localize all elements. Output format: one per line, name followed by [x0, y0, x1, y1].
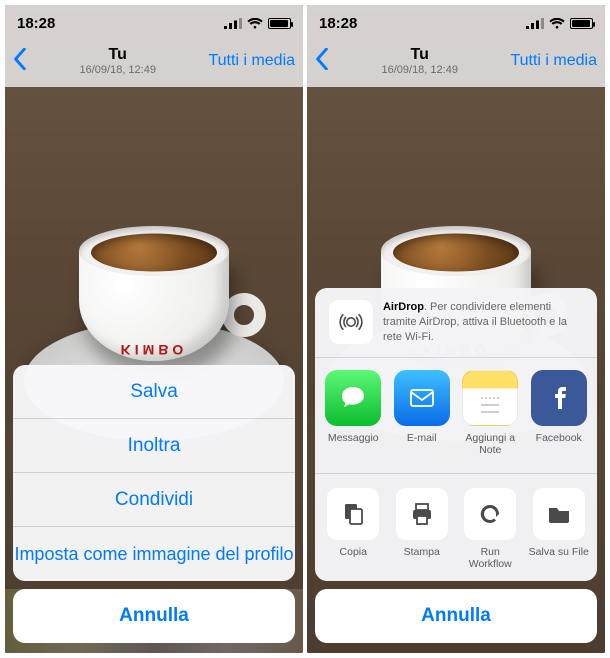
- files-icon: [533, 488, 585, 540]
- status-time: 18:28: [17, 15, 55, 32]
- cancel-button[interactable]: Annulla: [315, 589, 597, 643]
- nav-subtitle: 16/09/18, 12:49: [381, 64, 457, 76]
- status-bar: 18:28: [5, 5, 303, 41]
- nav-title: Tu: [80, 46, 156, 64]
- action-label: Copia: [321, 546, 385, 559]
- action-label: Run Workflow: [458, 546, 522, 571]
- battery-icon: [570, 18, 593, 29]
- app-label: Facebook: [527, 432, 591, 445]
- wifi-icon: [548, 18, 566, 29]
- share-app-messages[interactable]: Messaggio: [321, 370, 385, 457]
- app-label: Messaggio: [321, 432, 385, 445]
- nav-subtitle: 16/09/18, 12:49: [80, 64, 156, 76]
- notes-icon: [462, 370, 518, 426]
- status-bar: 18:28: [307, 5, 605, 41]
- share-app-notes[interactable]: Aggiungi a Note: [458, 370, 522, 457]
- nav-bar: Tu 16/09/18, 12:49 Tutti i media: [307, 41, 605, 81]
- copy-icon: [327, 488, 379, 540]
- share-sheet: AirDrop. Per condividere elementi tramit…: [315, 288, 597, 643]
- action-label: Stampa: [390, 546, 454, 559]
- nav-title: Tu: [381, 46, 457, 64]
- screenshot-right: KIMBO 18:28 Tu 16/09/18, 12:49 Tutti i m…: [307, 5, 605, 653]
- share-action-copy[interactable]: Copia: [321, 488, 385, 571]
- back-button[interactable]: [13, 48, 27, 75]
- action-save[interactable]: Salva: [13, 365, 295, 419]
- nav-title-block: Tu 16/09/18, 12:49: [381, 46, 457, 76]
- mail-icon: [394, 370, 450, 426]
- airdrop-text: AirDrop. Per condividere elementi tramit…: [383, 300, 583, 345]
- action-sheet: Salva Inoltra Condividi Imposta come imm…: [13, 365, 295, 643]
- workflow-icon: [464, 488, 516, 540]
- wifi-icon: [246, 18, 264, 29]
- action-label: Salva su File: [527, 546, 591, 559]
- all-media-button[interactable]: Tutti i media: [510, 52, 597, 70]
- status-time: 18:28: [319, 15, 357, 32]
- nav-title-block: Tu 16/09/18, 12:49: [80, 46, 156, 76]
- app-label: Aggiungi a Note: [458, 432, 522, 457]
- share-apps-row: Messaggio E-mail Aggiungi a Note Faceboo…: [315, 358, 597, 474]
- print-icon: [396, 488, 448, 540]
- share-action-print[interactable]: Stampa: [390, 488, 454, 571]
- signal-icon: [224, 18, 242, 29]
- action-forward[interactable]: Inoltra: [13, 419, 295, 473]
- facebook-icon: [531, 370, 587, 426]
- messages-icon: [325, 370, 381, 426]
- action-share[interactable]: Condividi: [13, 473, 295, 527]
- share-action-files[interactable]: Salva su File: [527, 488, 591, 571]
- cancel-button[interactable]: Annulla: [13, 589, 295, 643]
- airdrop-icon: [329, 300, 373, 344]
- chevron-left-icon: [13, 48, 27, 70]
- back-button[interactable]: [315, 48, 329, 75]
- signal-icon: [526, 18, 544, 29]
- airdrop-row[interactable]: AirDrop. Per condividere elementi tramit…: [315, 288, 597, 358]
- screenshot-left: KIMBO 18:28 Tu 16/09/18, 12:49 Tutti i m…: [5, 5, 303, 653]
- nav-bar: Tu 16/09/18, 12:49 Tutti i media: [5, 41, 303, 81]
- share-actions-row: Copia Stampa Run Workflow Salva su File: [315, 474, 597, 581]
- share-action-workflow[interactable]: Run Workflow: [458, 488, 522, 571]
- share-app-mail[interactable]: E-mail: [390, 370, 454, 457]
- action-set-profile[interactable]: Imposta come immagine del profilo: [13, 527, 295, 581]
- chevron-left-icon: [315, 48, 329, 70]
- all-media-button[interactable]: Tutti i media: [208, 52, 295, 70]
- battery-icon: [268, 18, 291, 29]
- share-app-facebook[interactable]: Facebook: [527, 370, 591, 457]
- app-label: E-mail: [390, 432, 454, 445]
- cup-brand: KIMBO: [121, 342, 188, 358]
